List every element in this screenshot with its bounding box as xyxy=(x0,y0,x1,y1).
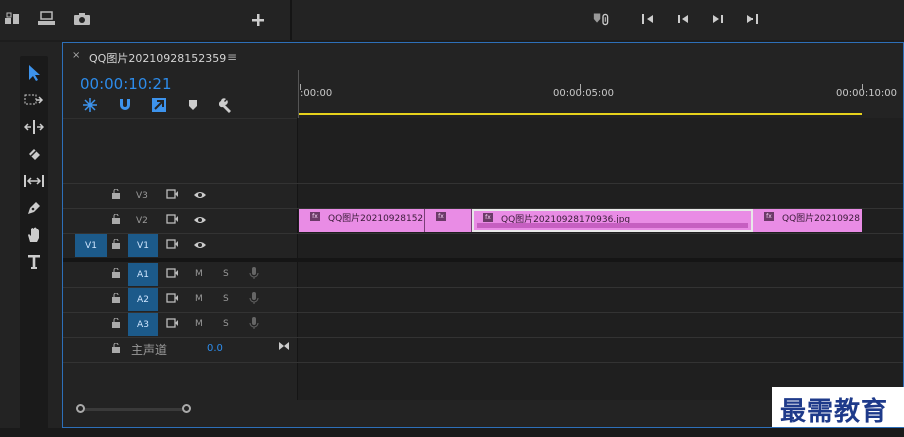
track-separator xyxy=(63,312,903,313)
linked-selection-icon[interactable] xyxy=(151,97,167,113)
hand-tool-icon[interactable] xyxy=(22,223,46,247)
go-to-in-out-icon[interactable] xyxy=(278,341,290,351)
add-icon[interactable] xyxy=(247,9,269,31)
sync-lock-icon[interactable] xyxy=(166,318,179,328)
sync-lock-icon[interactable] xyxy=(166,214,179,224)
step-forward-icon[interactable] xyxy=(742,8,764,30)
close-sequence-icon[interactable]: × xyxy=(72,50,80,61)
settings-wrench-icon[interactable] xyxy=(219,97,235,113)
sync-lock-icon[interactable] xyxy=(166,293,179,303)
ruler-tick xyxy=(862,84,863,90)
eye-icon[interactable] xyxy=(193,240,207,250)
bottom-strip xyxy=(0,428,904,437)
step-back-icon[interactable] xyxy=(637,8,659,30)
pen-tool-icon[interactable] xyxy=(22,196,46,220)
sync-lock-icon[interactable] xyxy=(166,268,179,278)
lock-icon[interactable] xyxy=(111,293,121,303)
lock-icon[interactable] xyxy=(111,214,121,224)
watermark-text: 最需教育 xyxy=(780,397,889,427)
fx-badge: fx xyxy=(764,212,774,221)
ruler-tick xyxy=(300,84,301,90)
fx-badge: fx xyxy=(483,213,493,222)
solo-button[interactable]: S xyxy=(223,269,229,279)
sync-lock-icon[interactable] xyxy=(166,189,179,199)
microphone-icon[interactable] xyxy=(249,316,259,330)
track-separator xyxy=(63,233,903,234)
mute-button[interactable]: M xyxy=(195,319,203,329)
ruler-tick-label: 00:00:05:00 xyxy=(553,88,615,99)
sync-lock-icon[interactable] xyxy=(166,239,179,249)
master-volume-value[interactable]: 0.0 xyxy=(207,343,223,354)
solo-button[interactable]: S xyxy=(223,319,229,329)
master-track-label: 主声道 xyxy=(131,343,168,357)
play-forward-icon[interactable] xyxy=(707,8,729,30)
toolbar-divider xyxy=(290,0,292,40)
clip[interactable]: fx QQ图片20210928152 xyxy=(299,209,425,232)
track-select-tool-icon[interactable] xyxy=(22,88,46,112)
clip[interactable]: fx QQ图片20210928 xyxy=(753,209,862,232)
track-label-a2[interactable]: A2 xyxy=(128,288,158,311)
play-back-icon[interactable] xyxy=(672,8,694,30)
zoom-handle-left[interactable] xyxy=(76,404,85,413)
lock-icon[interactable] xyxy=(111,318,121,328)
source-patch-v1[interactable]: V1 xyxy=(75,234,107,257)
ruler-start-line xyxy=(298,70,299,118)
work-area-bar[interactable] xyxy=(299,113,862,115)
sequence-tab-title[interactable]: QQ图片20210928152359 xyxy=(89,50,226,66)
video-audio-divider xyxy=(63,258,903,262)
clip[interactable]: fx xyxy=(425,209,472,232)
add-marker-icon[interactable] xyxy=(187,98,199,112)
link-markers-icon[interactable] xyxy=(592,8,614,30)
track-label-a3[interactable]: A3 xyxy=(128,313,158,336)
track-label-v3[interactable]: V3 xyxy=(136,191,148,201)
slip-tool-icon[interactable] xyxy=(22,169,46,193)
mute-button[interactable]: M xyxy=(195,269,203,279)
selected-clip[interactable]: fx QQ图片20210928170936.jpg xyxy=(472,209,753,232)
fx-badge: fx xyxy=(436,212,446,221)
track-separator xyxy=(63,337,903,338)
clip-label: QQ图片20210928 xyxy=(782,214,860,224)
zoom-handle-right[interactable] xyxy=(182,404,191,413)
track-label-v2[interactable]: V2 xyxy=(136,216,148,226)
eye-icon[interactable] xyxy=(193,190,207,200)
mute-button[interactable]: M xyxy=(195,294,203,304)
clip-label: QQ图片20210928152 xyxy=(328,214,424,224)
track-separator xyxy=(63,362,903,363)
clip-keyframe-bar xyxy=(477,223,748,228)
program-toolbar xyxy=(0,0,904,40)
ripple-edit-tool-icon[interactable] xyxy=(22,115,46,139)
microphone-icon[interactable] xyxy=(249,266,259,280)
nest-icon[interactable] xyxy=(82,97,98,113)
razor-tool-icon[interactable] xyxy=(22,142,46,166)
type-tool-icon[interactable] xyxy=(22,250,46,274)
lift-icon[interactable] xyxy=(36,8,58,30)
ruler-tick xyxy=(580,84,581,90)
zoom-scrollbar[interactable] xyxy=(78,408,188,411)
lock-icon[interactable] xyxy=(111,189,121,199)
eye-icon[interactable] xyxy=(193,215,207,225)
track-separator xyxy=(63,287,903,288)
camera-icon[interactable] xyxy=(71,8,93,30)
track-label-a1[interactable]: A1 xyxy=(128,263,158,286)
lock-icon[interactable] xyxy=(111,343,121,353)
lock-icon[interactable] xyxy=(111,239,121,249)
track-separator xyxy=(63,183,903,184)
microphone-icon[interactable] xyxy=(249,291,259,305)
panel-menu-icon[interactable]: ≡ xyxy=(227,50,237,64)
track-label-v1[interactable]: V1 xyxy=(128,234,158,257)
snap-icon[interactable] xyxy=(117,97,133,113)
lock-icon[interactable] xyxy=(111,268,121,278)
ruler-tick-label: :00:00 xyxy=(300,88,333,99)
selection-tool-icon[interactable] xyxy=(22,61,46,85)
fx-badge: fx xyxy=(310,212,320,221)
ruler-tick-label: 00:00:10:00 xyxy=(836,88,898,99)
solo-button[interactable]: S xyxy=(223,294,229,304)
export-frame-icon[interactable] xyxy=(3,8,25,30)
playhead-timecode[interactable]: 00:00:10:21 xyxy=(80,75,172,93)
